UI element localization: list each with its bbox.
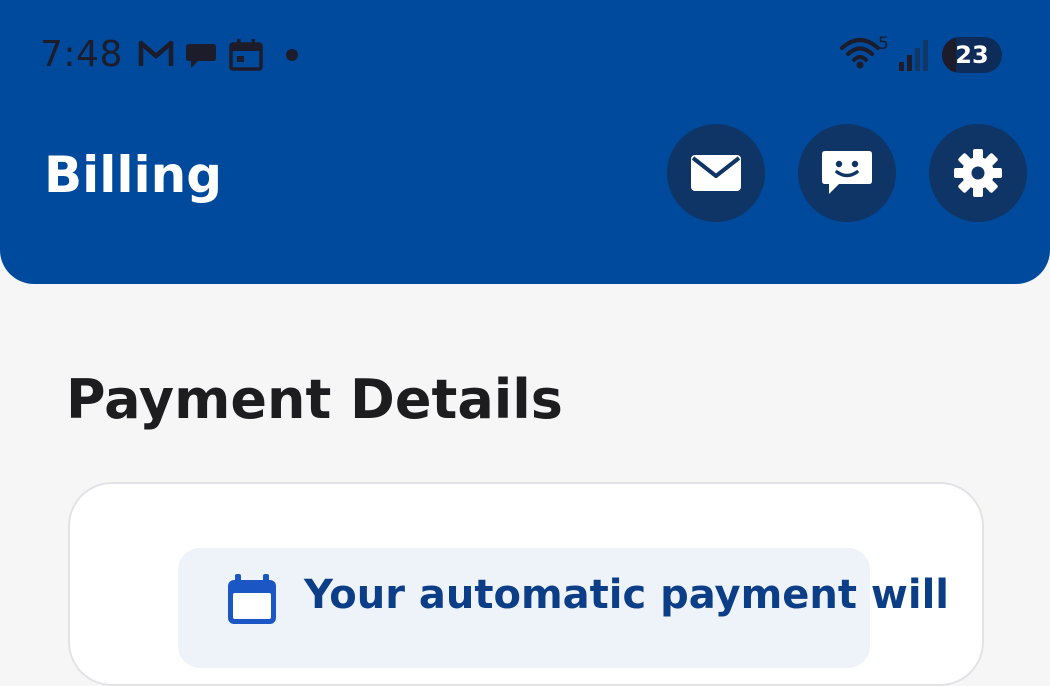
chat-bubble-icon: [186, 44, 216, 68]
section-title: Payment Details: [66, 368, 563, 431]
battery-level: 23: [955, 41, 989, 69]
more-notifications-dot: [286, 49, 298, 61]
autopay-notice: Your automatic payment will: [178, 548, 949, 668]
wifi-icon: [840, 38, 880, 69]
calendar-icon: [228, 574, 276, 624]
mail-button[interactable]: [667, 124, 765, 222]
chat-button[interactable]: [798, 124, 896, 222]
settings-icon: [954, 149, 1002, 197]
autopay-notice-text: Your automatic payment will: [304, 572, 949, 618]
wifi-standard-label: 5: [878, 34, 889, 54]
calendar-icon: [229, 39, 263, 71]
settings-button[interactable]: [929, 124, 1027, 222]
status-time: 7:48: [40, 34, 123, 75]
page-title: Billing: [44, 146, 223, 204]
status-bar: 7:48 5 23: [0, 0, 1050, 110]
mail-icon: [691, 155, 741, 191]
app-header: 7:48 5 23 Billing: [0, 0, 1050, 284]
chat-icon: [822, 151, 872, 194]
cell-signal-icon: [899, 40, 928, 71]
battery-indicator: 23: [942, 37, 1002, 73]
gmail-icon: [138, 40, 174, 66]
